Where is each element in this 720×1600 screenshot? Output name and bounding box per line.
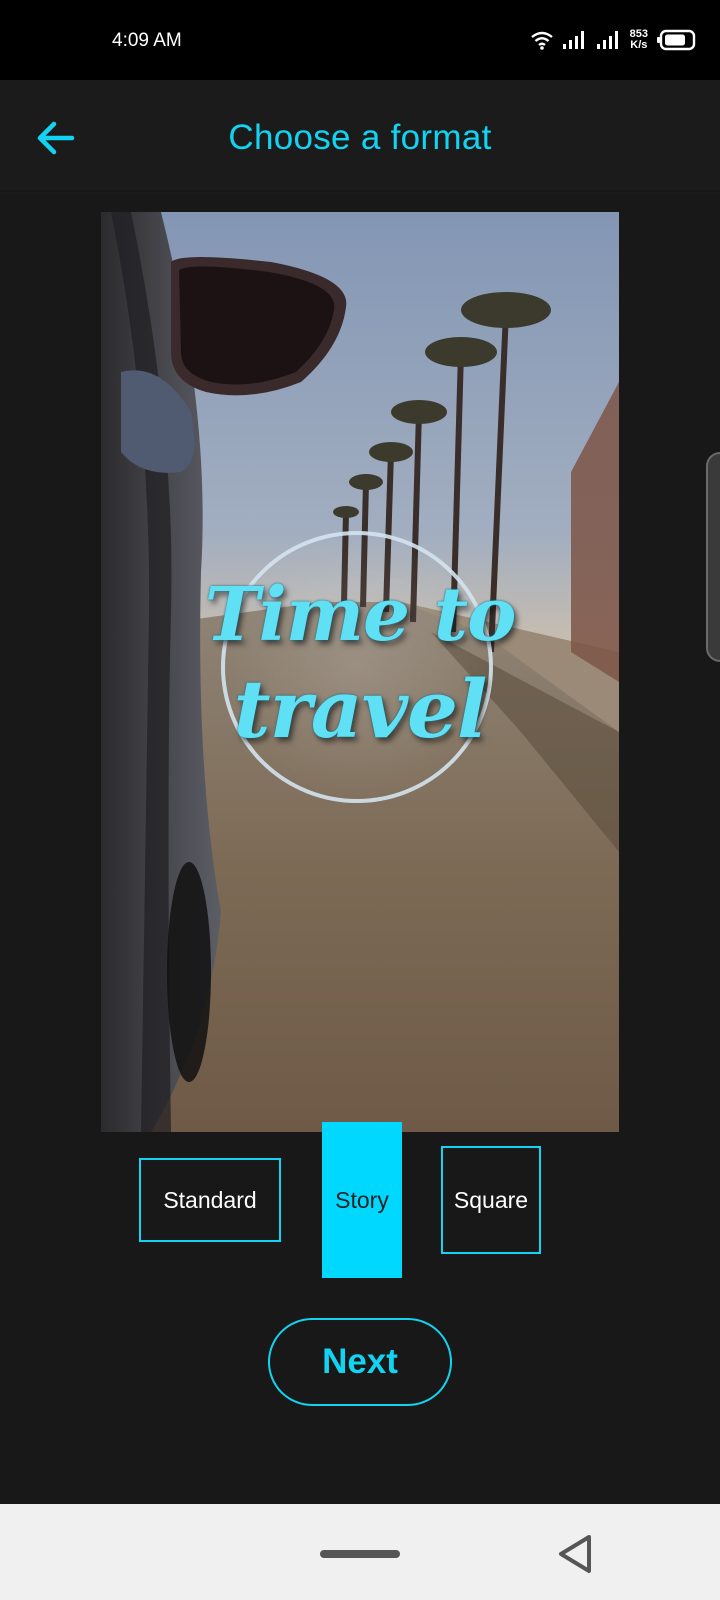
- format-story-button[interactable]: Story: [322, 1122, 402, 1278]
- side-drawer-handle[interactable]: [706, 452, 720, 662]
- format-story-label: Story: [335, 1186, 389, 1213]
- system-nav-bar: [0, 1504, 720, 1600]
- back-triangle-icon[interactable]: [555, 1532, 595, 1576]
- home-pill-icon[interactable]: [320, 1550, 400, 1558]
- app-bar: Choose a format: [0, 80, 720, 192]
- status-bar: 4:09 AM 853 K/s: [0, 0, 720, 80]
- battery-icon: [657, 29, 696, 51]
- preview-title-line-2: travel: [233, 662, 488, 756]
- signal-icon: [562, 31, 584, 49]
- page-title: Choose a format: [228, 118, 492, 157]
- format-square-label: Square: [453, 1186, 529, 1213]
- net-speed: 853 K/s: [630, 29, 648, 51]
- next-button[interactable]: Next: [268, 1318, 452, 1406]
- content-area: Time to travel: [0, 194, 720, 1504]
- next-label: Next: [322, 1342, 398, 1381]
- signal-icon: [596, 31, 618, 49]
- wifi-icon: [530, 31, 553, 50]
- format-square-button[interactable]: Square: [441, 1146, 541, 1254]
- format-standard-label: Standard: [163, 1186, 257, 1213]
- preview-title-line-1: Time to: [204, 572, 517, 658]
- video-preview: Time to travel: [101, 212, 619, 1132]
- status-time: 4:09 AM: [112, 30, 182, 51]
- status-icons: 853 K/s: [530, 26, 696, 54]
- net-speed-unit: K/s: [630, 39, 648, 51]
- format-standard-button[interactable]: Standard: [139, 1158, 281, 1242]
